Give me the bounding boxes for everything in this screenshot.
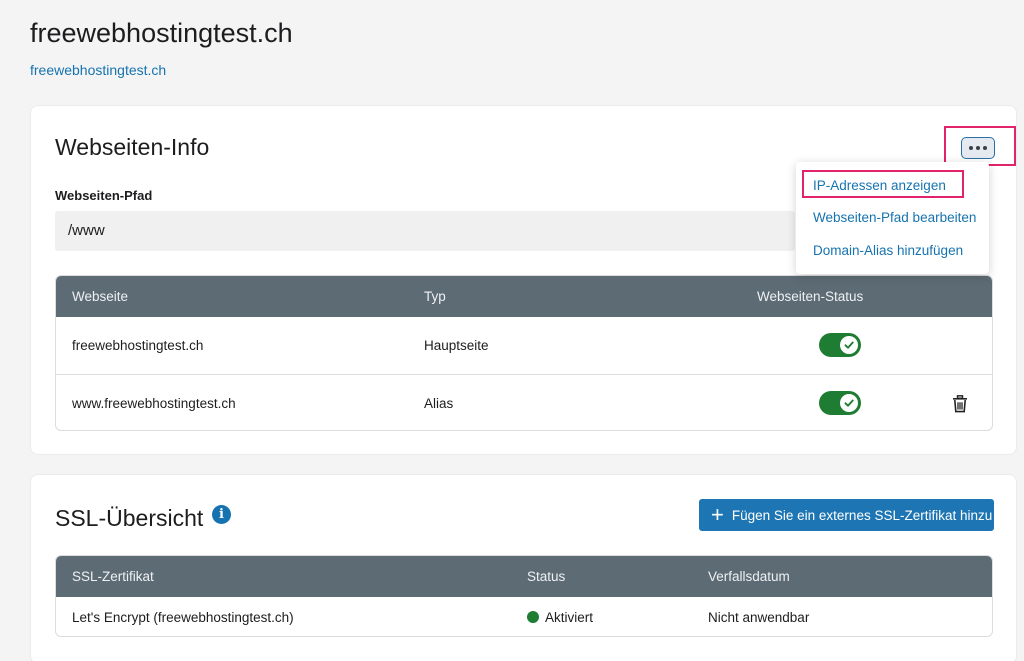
table-header: Webseite Typ Webseiten-Status bbox=[56, 276, 992, 317]
website-status-toggle[interactable] bbox=[819, 391, 861, 415]
status-active-dot bbox=[527, 611, 539, 623]
website-info-card: Webseiten-Info Webseiten-Pfad /www IP-Ad… bbox=[30, 105, 1017, 455]
domain-link[interactable]: freewebhostingtest.ch bbox=[30, 62, 166, 78]
ssl-table: SSL-Zertifikat Status Verfallsdatum Let'… bbox=[55, 555, 993, 637]
more-actions-menu: IP-Adressen anzeigen Webseiten-Pfad bear… bbox=[796, 162, 989, 274]
table-header: SSL-Zertifikat Status Verfallsdatum bbox=[56, 556, 992, 597]
websites-table: Webseite Typ Webseiten-Status freewebhos… bbox=[55, 275, 993, 431]
table-row: www.freewebhostingtest.ch Alias bbox=[56, 374, 992, 430]
expiry-cell: Nicht anwendbar bbox=[708, 610, 810, 625]
menu-item-add-alias[interactable]: Domain-Alias hinzufügen bbox=[813, 243, 963, 258]
menu-item-edit-path[interactable]: Webseiten-Pfad bearbeiten bbox=[813, 210, 976, 225]
website-path-label: Webseiten-Pfad bbox=[55, 188, 153, 203]
type-cell: Alias bbox=[424, 396, 454, 411]
page-title: freewebhostingtest.ch bbox=[30, 18, 293, 48]
column-header-expiry: Verfallsdatum bbox=[708, 569, 790, 584]
add-external-ssl-label: Fügen Sie ein externes SSL-Zertifikat hi… bbox=[731, 507, 993, 523]
website-status-toggle[interactable] bbox=[819, 333, 861, 357]
more-button-highlight bbox=[944, 126, 1016, 166]
add-external-ssl-button[interactable]: + Fügen Sie ein externes SSL-Zertifikat … bbox=[699, 499, 994, 531]
checkmark-icon bbox=[844, 399, 854, 407]
column-header-ssl-status: Status bbox=[527, 569, 566, 584]
type-cell: Hauptseite bbox=[424, 338, 489, 353]
trash-icon[interactable] bbox=[952, 395, 968, 413]
menu-item-show-ip[interactable]: IP-Adressen anzeigen bbox=[813, 178, 946, 193]
ellipsis-icon bbox=[969, 146, 987, 150]
column-header-type: Typ bbox=[424, 289, 446, 304]
checkmark-icon bbox=[844, 341, 854, 349]
website-path-field: /www bbox=[55, 211, 795, 251]
ssl-overview-title: SSL-Übersicht bbox=[55, 505, 204, 531]
column-header-website: Webseite bbox=[72, 289, 129, 304]
plus-icon: + bbox=[711, 502, 724, 527]
website-cell: freewebhostingtest.ch bbox=[72, 338, 204, 353]
ssl-status-cell: Aktiviert bbox=[545, 610, 594, 625]
info-icon[interactable]: i bbox=[212, 505, 231, 524]
column-header-status: Webseiten-Status bbox=[757, 289, 864, 304]
more-actions-button[interactable] bbox=[961, 137, 995, 159]
table-row: Let's Encrypt (freewebhostingtest.ch) Ak… bbox=[56, 597, 992, 636]
certificate-cell: Let's Encrypt (freewebhostingtest.ch) bbox=[72, 610, 294, 625]
website-info-title: Webseiten-Info bbox=[55, 134, 210, 160]
ssl-overview-card: SSL-Übersicht i + Fügen Sie ein externes… bbox=[30, 474, 1017, 661]
column-header-certificate: SSL-Zertifikat bbox=[72, 569, 154, 584]
table-row: freewebhostingtest.ch Hauptseite bbox=[56, 317, 992, 374]
website-cell: www.freewebhostingtest.ch bbox=[72, 396, 236, 411]
